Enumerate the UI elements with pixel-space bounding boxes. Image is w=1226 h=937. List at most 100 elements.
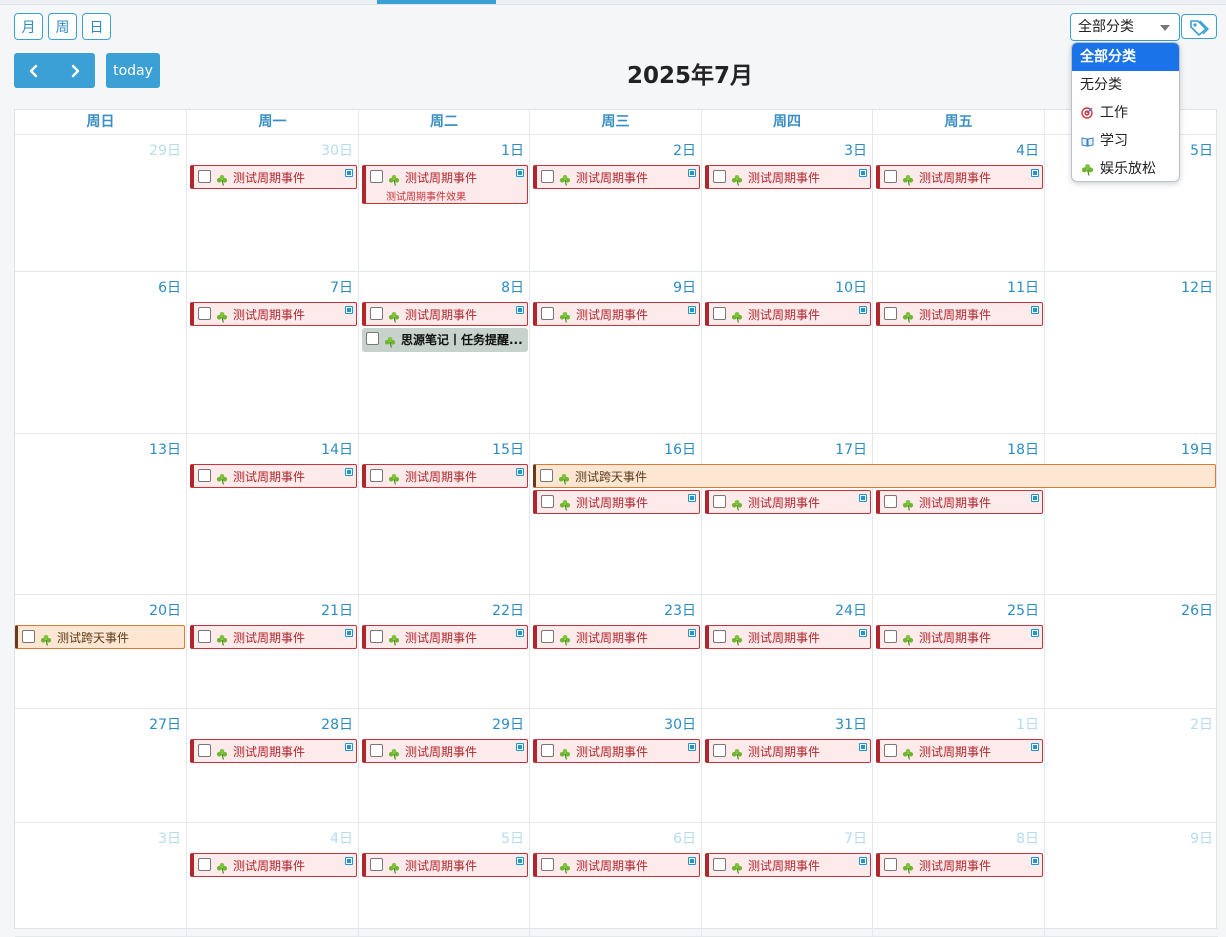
recurring-event[interactable]: 测试周期事件 (362, 739, 528, 763)
recurring-event[interactable]: 测试周期事件 (190, 853, 357, 877)
day-cell[interactable]: 10日 (702, 272, 873, 434)
day-cell[interactable]: 2日 (530, 135, 702, 272)
day-number[interactable]: 14日 (321, 439, 353, 459)
day-number[interactable]: 30日 (321, 140, 353, 160)
day-number[interactable]: 7日 (330, 277, 353, 297)
recurring-event[interactable]: 测试周期事件 (362, 302, 528, 326)
day-number[interactable]: 21日 (321, 600, 353, 620)
event-checkbox[interactable] (884, 495, 897, 508)
day-cell[interactable]: 26日 (1045, 595, 1218, 709)
event-checkbox[interactable] (713, 170, 726, 183)
day-number[interactable]: 22日 (492, 600, 524, 620)
day-cell[interactable]: 9日 (1045, 823, 1218, 937)
day-cell[interactable]: 2日 (1045, 709, 1218, 823)
recurring-event[interactable]: 测试周期事件 (190, 165, 357, 189)
day-number[interactable]: 23日 (664, 600, 696, 620)
prev-button[interactable] (14, 53, 55, 88)
event-checkbox[interactable] (541, 495, 554, 508)
day-number[interactable]: 4日 (1016, 140, 1039, 160)
day-number[interactable]: 3日 (158, 828, 181, 848)
recurring-event[interactable]: 测试周期事件 (705, 165, 871, 189)
category-option[interactable]: 娱乐放松 (1072, 155, 1179, 181)
day-number[interactable]: 6日 (158, 277, 181, 297)
event-checkbox[interactable] (198, 307, 211, 320)
event-checkbox[interactable] (541, 744, 554, 757)
day-cell[interactable]: 12日 (1045, 272, 1218, 434)
event-checkbox[interactable] (198, 630, 211, 643)
multiday-event[interactable]: 测试跨天事件 (533, 464, 1216, 488)
day-cell[interactable]: 4日 (873, 135, 1045, 272)
day-cell[interactable]: 9日 (530, 272, 702, 434)
recurring-event[interactable]: 测试周期事件 (190, 739, 357, 763)
recurring-event[interactable]: 测试周期事件 (705, 490, 871, 514)
event-checkbox[interactable] (713, 858, 726, 871)
event-checkbox[interactable] (540, 469, 553, 482)
recurring-event[interactable]: 测试周期事件 (362, 625, 528, 649)
event-checkbox[interactable] (366, 332, 379, 345)
day-cell[interactable]: 22日 (359, 595, 530, 709)
event-checkbox[interactable] (713, 495, 726, 508)
day-cell[interactable]: 21日 (187, 595, 359, 709)
day-number[interactable]: 28日 (321, 714, 353, 734)
day-cell[interactable]: 29日 (359, 709, 530, 823)
day-cell[interactable]: 13日 (15, 434, 187, 595)
day-cell[interactable]: 27日 (15, 709, 187, 823)
recurring-event[interactable]: 测试周期事件 (705, 302, 871, 326)
today-button[interactable]: today (106, 53, 160, 88)
recurring-event[interactable]: 测试周期事件 (705, 625, 871, 649)
day-number[interactable]: 16日 (664, 439, 696, 459)
day-cell[interactable]: 25日 (873, 595, 1045, 709)
day-cell[interactable]: 3日 (15, 823, 187, 937)
day-number[interactable]: 1日 (1016, 714, 1039, 734)
day-cell[interactable]: 19日 (1045, 434, 1218, 595)
day-cell[interactable]: 16日 (530, 434, 702, 595)
recurring-event[interactable]: 测试周期事件 (876, 739, 1043, 763)
view-day-button[interactable]: 日 (82, 13, 111, 40)
recurring-event[interactable]: 测试周期事件 测试周期事件效果 (362, 165, 528, 204)
recurring-event[interactable]: 测试周期事件 (190, 302, 357, 326)
day-cell[interactable]: 29日 (15, 135, 187, 272)
day-cell[interactable]: 3日 (702, 135, 873, 272)
event-checkbox[interactable] (370, 630, 383, 643)
day-cell[interactable]: 7日 (702, 823, 873, 937)
day-number[interactable]: 11日 (1007, 277, 1039, 297)
day-cell[interactable]: 1日 (873, 709, 1045, 823)
event-checkbox[interactable] (884, 630, 897, 643)
day-cell[interactable]: 4日 (187, 823, 359, 937)
recurring-event[interactable]: 测试周期事件 (876, 490, 1043, 514)
category-option[interactable]: 无分类 (1072, 71, 1179, 99)
day-cell[interactable]: 14日 (187, 434, 359, 595)
event-checkbox[interactable] (370, 858, 383, 871)
day-number[interactable]: 3日 (844, 140, 867, 160)
day-number[interactable]: 2日 (1190, 714, 1213, 734)
day-number[interactable]: 19日 (1181, 439, 1213, 459)
day-cell[interactable]: 30日 (187, 135, 359, 272)
next-button[interactable] (55, 53, 96, 88)
day-number[interactable]: 26日 (1181, 600, 1213, 620)
day-cell[interactable]: 23日 (530, 595, 702, 709)
event-checkbox[interactable] (541, 307, 554, 320)
multiday-event[interactable]: 测试跨天事件 (15, 625, 185, 649)
day-cell[interactable]: 17日 (702, 434, 873, 595)
event-checkbox[interactable] (370, 170, 383, 183)
event-checkbox[interactable] (884, 858, 897, 871)
recurring-event[interactable]: 测试周期事件 (362, 853, 528, 877)
event-checkbox[interactable] (713, 744, 726, 757)
day-number[interactable]: 29日 (492, 714, 524, 734)
reminder-event[interactable]: 思源笔记丨任务提醒... (362, 328, 528, 352)
event-checkbox[interactable] (370, 469, 383, 482)
category-option[interactable]: 全部分类 (1072, 43, 1179, 71)
day-number[interactable]: 7日 (844, 828, 867, 848)
day-number[interactable]: 10日 (835, 277, 867, 297)
day-cell[interactable]: 8日 (873, 823, 1045, 937)
category-option[interactable]: 工作 (1072, 99, 1179, 127)
event-checkbox[interactable] (198, 744, 211, 757)
recurring-event[interactable]: 测试周期事件 (876, 302, 1043, 326)
event-checkbox[interactable] (884, 170, 897, 183)
event-checkbox[interactable] (198, 170, 211, 183)
day-number[interactable]: 8日 (501, 277, 524, 297)
recurring-event[interactable]: 测试周期事件 (533, 739, 700, 763)
recurring-event[interactable]: 测试周期事件 (705, 853, 871, 877)
event-checkbox[interactable] (198, 469, 211, 482)
recurring-event[interactable]: 测试周期事件 (876, 625, 1043, 649)
